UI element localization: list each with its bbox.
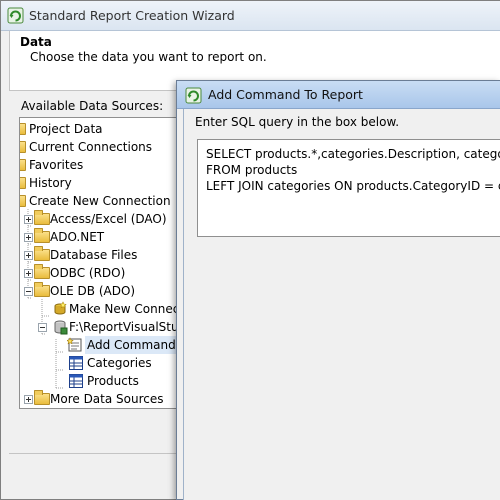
dialog-titlebar[interactable]: Add Command To Report	[177, 81, 500, 109]
add-command-icon	[67, 337, 82, 352]
folder-icon	[20, 177, 26, 189]
sql-line: FROM products	[206, 163, 298, 177]
table-icon	[69, 356, 83, 370]
expand-icon[interactable]	[24, 215, 33, 224]
folder-icon	[20, 159, 26, 171]
page-subtitle: Choose the data you want to report on.	[30, 50, 267, 64]
tree-item-access-excel[interactable]: Access/Excel (DAO)	[20, 210, 183, 228]
dialog-title: Add Command To Report	[208, 87, 363, 102]
wizard-titlebar[interactable]: Standard Report Creation Wizard	[1, 1, 500, 31]
tree-item-categories[interactable]: Categories	[20, 354, 183, 372]
tree-item-database-connection[interactable]: F:\ReportVisualStudio	[20, 318, 183, 336]
available-sources-label: Available Data Sources:	[21, 99, 164, 113]
table-icon	[69, 374, 83, 388]
tree-item-favorites[interactable]: Favorites	[20, 156, 183, 174]
add-command-dialog: Add Command To Report Enter SQL query in…	[176, 80, 500, 500]
tree-item-ado-net[interactable]: ADO.NET	[20, 228, 183, 246]
folder-icon	[34, 264, 50, 279]
folder-icon	[20, 141, 26, 153]
collapse-icon[interactable]	[24, 287, 33, 296]
tree-item-create-new-connection[interactable]: Create New Connection	[20, 192, 183, 210]
folder-icon	[34, 228, 50, 243]
tree-item-add-command[interactable]: Add Command	[20, 336, 183, 354]
tree-item-project-data[interactable]: Project Data	[20, 120, 183, 138]
tree-item-odbc-rdo[interactable]: ODBC (RDO)	[20, 264, 183, 282]
app-icon	[185, 87, 202, 104]
tree-item-database-files[interactable]: Database Files	[20, 246, 183, 264]
expand-icon[interactable]	[24, 395, 33, 404]
sql-query-textarea[interactable]: SELECT products.*,categories.Description…	[197, 139, 500, 237]
expand-icon[interactable]	[24, 233, 33, 242]
expand-icon[interactable]	[24, 269, 33, 278]
tree-item-current-connections[interactable]: Current Connections	[20, 138, 183, 156]
tree-item-products[interactable]: Products	[20, 372, 183, 390]
folder-icon	[34, 282, 50, 297]
tree-item-more-data-sources[interactable]: More Data Sources	[20, 390, 183, 408]
tree-item-history[interactable]: History	[20, 174, 183, 192]
sql-line: LEFT JOIN categories ON products.Categor…	[206, 179, 500, 193]
collapse-icon[interactable]	[38, 323, 47, 332]
folder-icon	[34, 246, 50, 261]
tree-item-make-new-connection[interactable]: Make New Connection	[20, 300, 183, 318]
sql-line: SELECT products.*,categories.Description…	[206, 147, 500, 161]
new-connection-icon	[54, 301, 67, 315]
folder-icon	[34, 210, 50, 225]
sql-instruction: Enter SQL query in the box below.	[195, 115, 400, 129]
folder-icon	[20, 195, 26, 207]
expand-icon[interactable]	[24, 251, 33, 260]
folder-icon	[34, 390, 50, 405]
database-icon	[54, 320, 68, 335]
page-title: Data	[20, 35, 52, 49]
tree-item-ole-db-ado[interactable]: OLE DB (ADO)	[20, 282, 183, 300]
wizard-title: Standard Report Creation Wizard	[29, 8, 235, 23]
folder-icon	[20, 123, 26, 135]
app-icon	[7, 7, 24, 24]
data-sources-tree[interactable]: Project Data Current Connections Favorit…	[19, 117, 184, 409]
